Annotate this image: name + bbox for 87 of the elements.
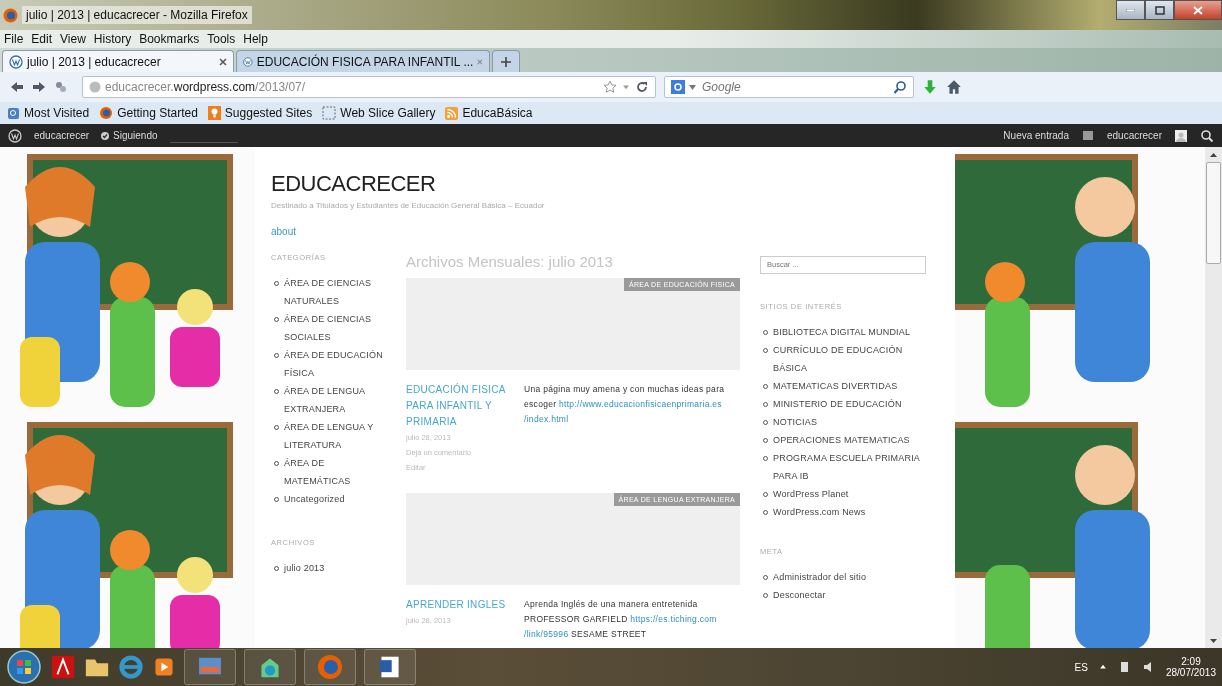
dropdown-icon (689, 84, 696, 90)
sidebar-link[interactable]: WordPress Planet (773, 484, 849, 503)
document-icon (379, 655, 401, 679)
web-search-bar[interactable]: Google (664, 76, 914, 98)
sidebar-link[interactable]: ÁREA DE LENGUA Y LITERATURA (284, 418, 391, 454)
bookmark-item[interactable]: Web Slice Gallery (322, 106, 436, 120)
sidebar-link[interactable]: CURRÍCULO DE EDUCACIÓN BÁSICA (773, 340, 930, 377)
site-title[interactable]: EDUCACRECER (271, 171, 955, 197)
taskbar-window[interactable] (244, 649, 296, 685)
scrollbar-thumb[interactable] (1206, 162, 1221, 264)
wordpress-icon[interactable] (8, 128, 22, 143)
feed-icon (445, 106, 459, 120)
down-arrow-icon (1210, 638, 1217, 643)
check-icon (101, 131, 110, 140)
new-tab-button[interactable] (492, 50, 520, 72)
post-excerpt: Aprenda Inglés de una manera entretenida PROFESSOR GARFIELD https://es.tiching.com /link/95996 SESAME STREET (524, 597, 740, 642)
bookmark-item[interactable]: Most Visited (7, 106, 90, 120)
restore-icon (1154, 5, 1165, 15)
sidebar-link[interactable]: ÁREA DE LENGUA EXTRANJERA (284, 382, 391, 418)
bookmark-item[interactable]: Getting Started (99, 106, 198, 120)
search-icon[interactable] (1200, 128, 1214, 143)
browser-tab[interactable]: julio | 2013 | educacrecer (2, 50, 234, 72)
sidebar-link[interactable]: ÁREA DE MATEMÁTICAS (284, 454, 391, 490)
reload-icon[interactable] (635, 80, 649, 94)
excerpt-link[interactable]: /link/95996 (524, 627, 569, 642)
minimize-icon (1126, 8, 1135, 12)
sidebar-link[interactable]: ÁREA DE EDUCACIÓN FÍSICA (284, 346, 391, 382)
menu-item[interactable]: File (0, 32, 28, 46)
archive-heading: Archivos Mensuales: julio 2013 (406, 253, 614, 270)
close-icon (1193, 5, 1203, 15)
bulb-icon (207, 106, 221, 120)
menu-item[interactable]: History (89, 32, 136, 46)
slice-icon (322, 106, 337, 120)
close-button[interactable] (1174, 0, 1222, 20)
web-search-field[interactable]: Google (700, 79, 889, 95)
browser-icon (3, 7, 18, 23)
excerpt-link[interactable]: /index.html (524, 412, 569, 427)
avatar-icon[interactable] (1174, 128, 1188, 143)
home-icon[interactable] (946, 79, 962, 95)
sidebar-link[interactable]: BIBLIOTECA DIGITAL MUNDIAL (773, 322, 911, 341)
search-icon[interactable] (893, 80, 907, 94)
minimize-button[interactable] (1116, 0, 1145, 20)
maximize-button[interactable] (1145, 0, 1174, 20)
language-indicator[interactable]: ES (1074, 661, 1088, 673)
start-button[interactable] (6, 649, 42, 685)
browser-icon (317, 654, 343, 680)
site-link[interactable]: educacrecer (34, 130, 90, 141)
sidebar-link[interactable]: WordPress.com News (773, 502, 866, 521)
plus-icon (501, 56, 511, 67)
sidebar-link[interactable]: NOTICIAS (773, 412, 818, 431)
back-icon[interactable] (10, 80, 24, 94)
browser-tab[interactable]: EDUCACIÓN FISICA PARA INFANTIL ... (236, 50, 490, 72)
taskbar-window[interactable] (364, 649, 416, 685)
close-icon[interactable] (219, 57, 227, 66)
bookmark-item[interactable]: EducaBásica (445, 106, 533, 120)
menu-item[interactable]: Edit (27, 32, 57, 46)
sidebar-link[interactable]: OPERACIONES MATEMATICAS (773, 430, 910, 449)
sidebar-link[interactable]: Uncategorized (284, 490, 345, 508)
bookmark-item[interactable]: Suggested Sites (207, 106, 313, 120)
address-field[interactable]: educacrecer.wordpress.com/2013/07/ (82, 76, 656, 98)
menu-item[interactable]: Tools (203, 32, 240, 46)
media-player-icon[interactable] (152, 655, 176, 679)
sidebar-link[interactable]: ÁREA DE CIENCIAS SOCIALES (284, 310, 391, 346)
menu-item[interactable]: Help (239, 32, 272, 46)
sidebar-link[interactable]: MINISTERIO DE EDUCACIÓN (773, 394, 902, 413)
excerpt-link[interactable]: https://es.tiching.com (630, 612, 717, 627)
sidebar-link[interactable]: Administrador del sitio (773, 567, 867, 586)
site-tagline: Destinado a Titulados y Estudiantes de Educación General Básica – Ecuador (271, 201, 546, 210)
wordpress-icon (243, 54, 253, 69)
sidebar-link[interactable]: MATEMATICAS DIVERTIDAS (773, 376, 898, 395)
following-link[interactable]: Siguiendo (101, 130, 158, 141)
sidebar-link[interactable]: PROGRAMA ESCUELA PRIMARIA PARA IB (773, 448, 930, 485)
forward-icon[interactable] (32, 80, 46, 94)
excerpt-link[interactable]: http://www.educacionfisicaenprimaria.es (559, 397, 722, 412)
star-icon[interactable] (603, 80, 617, 94)
post-excerpt: Una página muy amena y con muchas ideas para escoger http://www.educacionfisicaenprimaria.es /index.html (524, 382, 740, 475)
wordpress-icon (9, 54, 23, 69)
menu-item[interactable]: View (56, 32, 90, 46)
window-title: julio | 2013 | educacrecer - Mozilla Firefox (22, 6, 252, 24)
user-link[interactable]: educacrecer (1106, 130, 1162, 141)
sidebar-link[interactable]: julio 2013 (284, 559, 325, 577)
clock[interactable]: 2:09 28/07/2013 (1165, 656, 1216, 678)
up-arrow-icon (1210, 152, 1217, 157)
new-post-link[interactable]: Nueva entrada (1003, 130, 1069, 141)
menu-item[interactable]: Bookmarks (135, 32, 204, 46)
sidebar-link[interactable]: Desconectar (773, 585, 826, 604)
sidebar-link[interactable]: ÁREA DE CIENCIAS NATURALES (284, 274, 391, 310)
